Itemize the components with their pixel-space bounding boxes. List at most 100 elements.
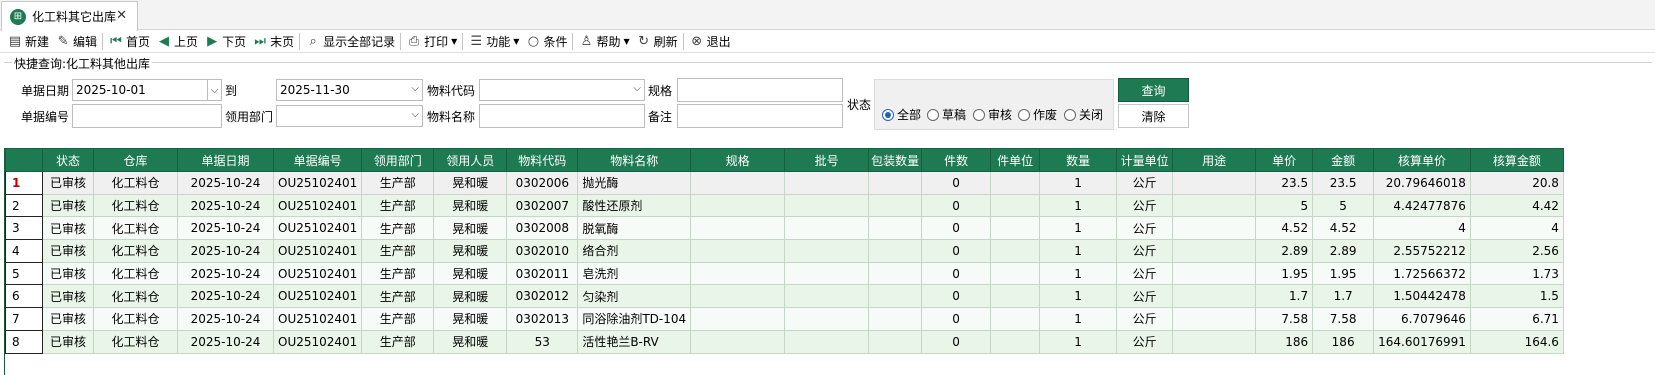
table-row[interactable]: 6 已审核 化工料仓 2025-10-24 OU25102401 生产部 晃和暖 030201…: [5, 284, 1564, 309]
column-header[interactable]: 核算单价: [1373, 148, 1471, 172]
table-cell[interactable]: 2025-10-24: [177, 239, 274, 263]
column-header[interactable]: 用途: [1172, 148, 1257, 172]
row-number[interactable]: 1: [5, 171, 43, 195]
table-cell[interactable]: 0302011: [506, 261, 579, 286]
table-cell[interactable]: 0302010: [506, 239, 579, 263]
column-header[interactable]: 数量: [1039, 148, 1118, 172]
table-cell[interactable]: 生产部: [361, 193, 435, 218]
column-header[interactable]: 包装数量: [868, 148, 923, 172]
column-header[interactable]: 金额: [1312, 148, 1375, 172]
status-radio-void[interactable]: 作废: [1018, 106, 1057, 123]
table-cell[interactable]: 2.89: [1255, 239, 1314, 263]
table-cell[interactable]: OU25102401: [272, 284, 363, 309]
table-cell[interactable]: 0: [921, 261, 992, 286]
query-button[interactable]: 查询: [1118, 78, 1189, 102]
chevron-down-icon[interactable]: ⌵: [207, 80, 221, 100]
table-cell[interactable]: [1172, 307, 1257, 331]
table-cell[interactable]: [1172, 261, 1257, 286]
table-cell[interactable]: 0: [921, 216, 992, 241]
table-cell[interactable]: 0: [921, 171, 992, 195]
table-cell[interactable]: 晃和暖: [433, 171, 508, 195]
table-cell[interactable]: [990, 284, 1041, 309]
column-header[interactable]: 物料名称: [577, 148, 692, 172]
table-cell[interactable]: [690, 307, 786, 331]
row-number[interactable]: 2: [5, 193, 43, 218]
table-cell[interactable]: 生产部: [361, 261, 435, 286]
table-cell[interactable]: [990, 307, 1041, 331]
table-cell[interactable]: 5: [1312, 193, 1375, 218]
table-cell[interactable]: [1172, 329, 1257, 354]
table-cell[interactable]: 164.60176991: [1373, 329, 1471, 354]
table-cell[interactable]: [690, 193, 786, 218]
table-cell[interactable]: [784, 193, 870, 218]
table-cell[interactable]: 0: [921, 284, 992, 309]
table-cell[interactable]: 化工料仓: [93, 239, 178, 263]
table-cell[interactable]: [868, 261, 923, 286]
table-cell[interactable]: 2025-10-24: [177, 193, 274, 218]
table-cell[interactable]: 已审核: [42, 193, 94, 218]
remark-input[interactable]: [677, 104, 843, 128]
table-cell[interactable]: 2.56: [1469, 239, 1564, 263]
spec-input[interactable]: [677, 78, 843, 102]
table-cell[interactable]: [1172, 284, 1257, 309]
table-cell[interactable]: [784, 171, 870, 195]
table-cell[interactable]: 0302006: [506, 171, 579, 195]
table-cell[interactable]: 0: [921, 329, 992, 354]
table-cell[interactable]: 2025-10-24: [177, 329, 274, 354]
table-cell[interactable]: 1.50442478: [1373, 284, 1471, 309]
table-cell[interactable]: 2025-10-24: [177, 216, 274, 241]
table-cell[interactable]: 0302013: [506, 307, 579, 331]
table-cell[interactable]: [690, 171, 786, 195]
doc-no-input[interactable]: [72, 104, 222, 128]
table-cell[interactable]: 164.6: [1469, 329, 1564, 354]
table-cell[interactable]: OU25102401: [272, 193, 363, 218]
table-cell[interactable]: [784, 307, 870, 331]
table-cell[interactable]: 23.5: [1312, 171, 1375, 195]
table-cell[interactable]: 公斤: [1116, 261, 1174, 286]
table-cell[interactable]: 匀染剂: [577, 284, 692, 309]
table-cell[interactable]: 0302007: [506, 193, 579, 218]
table-cell[interactable]: 络合剂: [577, 239, 692, 263]
table-cell[interactable]: 生产部: [361, 171, 435, 195]
material-code-select[interactable]: ⌵: [479, 79, 645, 101]
exit-button[interactable]: ⊗ 退出: [686, 31, 734, 52]
table-cell[interactable]: 6.71: [1469, 307, 1564, 331]
table-cell[interactable]: OU25102401: [272, 329, 363, 354]
table-cell[interactable]: 1: [1039, 216, 1118, 241]
table-cell[interactable]: 化工料仓: [93, 193, 178, 218]
refresh-button[interactable]: ↻ 刷新: [633, 31, 681, 52]
status-radio-approved[interactable]: 审核: [973, 106, 1012, 123]
column-header[interactable]: 单据编号: [272, 148, 363, 172]
table-cell[interactable]: 186: [1255, 329, 1314, 354]
table-cell[interactable]: 皂洗剂: [577, 261, 692, 286]
table-cell[interactable]: OU25102401: [272, 239, 363, 263]
table-cell[interactable]: [868, 216, 923, 241]
table-cell[interactable]: [868, 284, 923, 309]
column-header[interactable]: 领用部门: [361, 148, 435, 172]
table-cell[interactable]: [990, 329, 1041, 354]
table-cell[interactable]: [990, 261, 1041, 286]
table-cell[interactable]: 5: [1255, 193, 1314, 218]
row-number[interactable]: 8: [5, 329, 43, 354]
table-cell[interactable]: 已审核: [42, 307, 94, 331]
table-cell[interactable]: 酸性还原剂: [577, 193, 692, 218]
print-button[interactable]: ⎙ 打印 ▼: [403, 31, 460, 52]
show-all-button[interactable]: ⌕ 显示全部记录: [302, 31, 398, 52]
table-cell[interactable]: 晃和暖: [433, 216, 508, 241]
column-header[interactable]: 单价: [1255, 148, 1314, 172]
table-cell[interactable]: 7.58: [1255, 307, 1314, 331]
table-cell[interactable]: [784, 284, 870, 309]
table-row[interactable]: 1 已审核 化工料仓 2025-10-24 OU25102401 生产部 晃和暖 030200…: [5, 171, 1564, 195]
date-to-picker[interactable]: 2025-11-30 ⌵: [276, 79, 423, 101]
table-cell[interactable]: 4: [1373, 216, 1471, 241]
table-cell[interactable]: [868, 307, 923, 331]
table-cell[interactable]: 已审核: [42, 329, 94, 354]
table-cell[interactable]: [990, 171, 1041, 195]
column-header[interactable]: 件数: [921, 148, 992, 172]
dept-select[interactable]: ⌵: [276, 105, 423, 127]
last-page-button[interactable]: ⏭ 末页: [249, 31, 297, 52]
table-cell[interactable]: 晃和暖: [433, 284, 508, 309]
row-number[interactable]: 7: [5, 307, 43, 331]
table-cell[interactable]: [784, 216, 870, 241]
table-row[interactable]: 2 已审核 化工料仓 2025-10-24 OU25102401 生产部 晃和暖 030200…: [5, 193, 1564, 218]
